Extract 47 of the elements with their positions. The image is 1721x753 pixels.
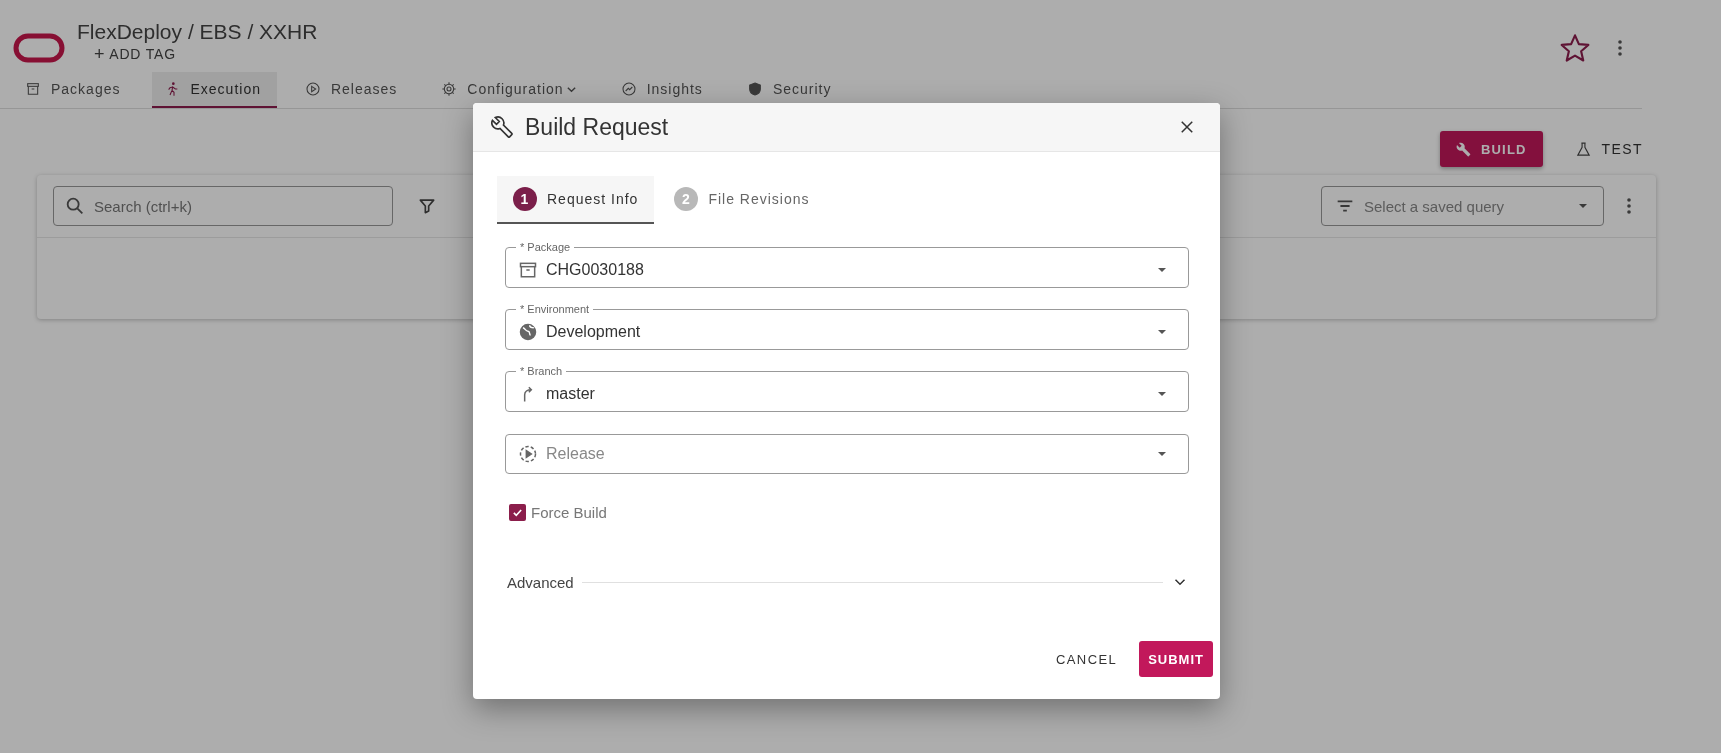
nav-tab[interactable]: Security bbox=[734, 72, 848, 108]
select-field[interactable]: * Package CHG0030188 bbox=[505, 241, 1189, 288]
dialog-title: Build Request bbox=[525, 113, 669, 141]
release-icon bbox=[304, 81, 321, 97]
select-field[interactable]: Release bbox=[505, 434, 1189, 474]
security-icon bbox=[746, 81, 763, 97]
add-tag-button[interactable]: + ADD TAG bbox=[77, 46, 318, 62]
filter-icon[interactable] bbox=[417, 196, 437, 216]
flask-icon bbox=[1574, 140, 1592, 158]
search-field[interactable]: Search (ctrl+k) bbox=[53, 186, 393, 226]
field-label: * Branch bbox=[519, 365, 564, 378]
step-tab[interactable]: 1 Request Info bbox=[497, 176, 655, 224]
nav-tab[interactable]: Insights bbox=[608, 72, 719, 108]
nav-tab[interactable]: Packages bbox=[13, 72, 137, 108]
checkbox-label: Force Build bbox=[531, 504, 607, 521]
select-placeholder: Select a saved query bbox=[1364, 197, 1506, 215]
more-icon[interactable] bbox=[1617, 38, 1623, 58]
search-input[interactable]: Search (ctrl+k) bbox=[92, 196, 392, 216]
gear-icon bbox=[441, 81, 458, 97]
test-button[interactable]: TEST bbox=[1562, 131, 1655, 167]
environment-icon bbox=[518, 321, 538, 342]
section-label: Advanced bbox=[507, 573, 574, 591]
release-icon bbox=[518, 444, 538, 464]
star-icon[interactable] bbox=[1559, 32, 1591, 64]
checkbox[interactable] bbox=[509, 504, 526, 521]
field-label: * Environment bbox=[519, 303, 591, 316]
nav-tab[interactable]: Releases bbox=[292, 72, 414, 108]
wrench-icon bbox=[1455, 141, 1471, 157]
cancel-button[interactable]: CANCEL bbox=[1048, 641, 1126, 677]
select-field[interactable]: * Environment Development bbox=[505, 303, 1189, 350]
close-icon[interactable] bbox=[1178, 118, 1196, 136]
insights-icon bbox=[620, 81, 637, 97]
more-icon[interactable] bbox=[1626, 196, 1632, 216]
nav-tab[interactable]: Execution bbox=[152, 72, 277, 108]
breadcrumb: FlexDeploy / EBS / XXHR bbox=[77, 19, 318, 45]
submit-button[interactable]: SUBMIT bbox=[1139, 641, 1213, 677]
advanced-section-toggle[interactable]: Advanced bbox=[507, 573, 1189, 591]
select-field[interactable]: * Branch master bbox=[505, 365, 1189, 412]
search-icon bbox=[64, 195, 86, 217]
wrench-icon bbox=[491, 116, 513, 138]
nav-tab[interactable]: Configuration bbox=[429, 72, 593, 108]
saved-query-select[interactable]: Select a saved query bbox=[1321, 186, 1604, 226]
build-button[interactable]: BUILD bbox=[1439, 131, 1543, 167]
logo-icon bbox=[13, 33, 65, 63]
field-label: * Package bbox=[519, 241, 572, 254]
package-icon bbox=[25, 81, 41, 97]
step-tab[interactable]: 2 File Revisions bbox=[658, 176, 826, 224]
